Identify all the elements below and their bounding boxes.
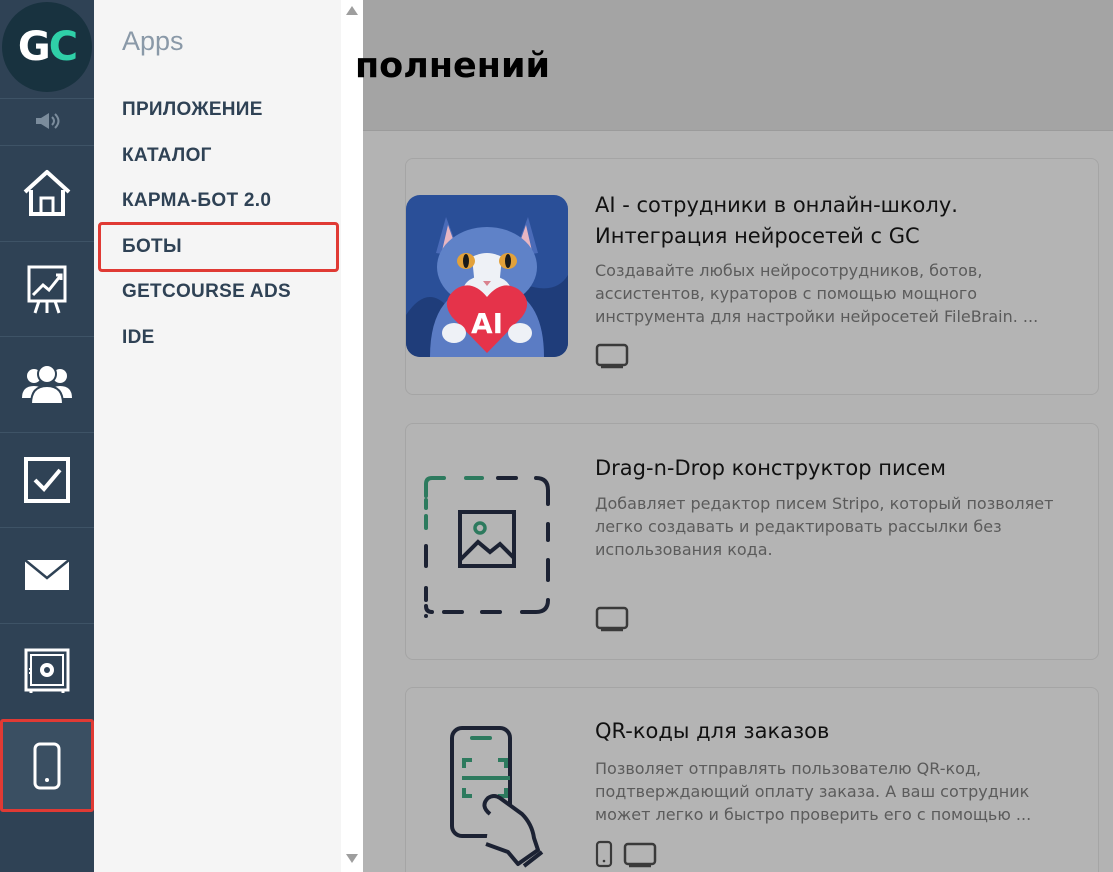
app-card[interactable]: AI AI - сотрудники в онлайн-школу. Интег… — [405, 158, 1099, 395]
card-platform-icons — [595, 840, 657, 868]
app-card[interactable]: Drag-n-Drop конструктор писем Добавляет … — [405, 423, 1099, 660]
safe-gear-icon — [24, 648, 70, 693]
getcourse-logo[interactable]: GC — [2, 2, 92, 92]
sidebar-item-settings[interactable] — [0, 623, 94, 718]
apps-dropdown-panel: Apps ПРИЛОЖЕНИЕ КАТАЛОГ КАРМА-БОТ 2.0 БО… — [94, 0, 341, 872]
sidebar-item-home[interactable] — [0, 145, 94, 240]
users-icon — [22, 364, 72, 405]
card-description: Создавайте любых нейросотрудников, ботов… — [595, 261, 1039, 326]
main-header: полнений — [355, 0, 1113, 131]
bots-highlight-frame — [98, 222, 339, 272]
sidebar-item-mail[interactable] — [0, 527, 94, 622]
scroll-up-arrow-icon[interactable] — [346, 6, 358, 15]
page-title: полнений — [355, 46, 551, 86]
card-platform-icons — [595, 343, 629, 369]
envelope-icon — [24, 559, 70, 590]
qr-phone-hand-icon — [406, 718, 568, 872]
mobile-icon — [33, 742, 61, 790]
ai-cat-image: AI — [406, 195, 568, 357]
card-description: Добавляет редактор писем Stripo, который… — [595, 494, 1054, 559]
card-title[interactable]: AI - сотрудники в онлайн-школу. Интеграц… — [595, 190, 1075, 252]
card-title[interactable]: Drag-n-Drop конструктор писем — [595, 453, 1075, 484]
menu-item-ide[interactable]: IDE — [122, 327, 155, 349]
sidebar-item-tasks[interactable] — [0, 432, 94, 527]
home-icon — [23, 170, 71, 216]
sidebar: GC — [0, 0, 94, 872]
scroll-down-arrow-icon[interactable] — [346, 854, 358, 863]
desktop-icon — [623, 842, 657, 868]
app-card[interactable]: QR-коды для заказов Позволяет отправлять… — [405, 687, 1099, 872]
panel-scrollbar[interactable] — [341, 0, 363, 872]
logo-text: GC — [17, 24, 78, 70]
card-description: Позволяет отправлять пользователю QR-код… — [595, 759, 1032, 824]
sidebar-item-users[interactable] — [0, 336, 94, 431]
desktop-icon — [595, 606, 629, 632]
card-title[interactable]: QR-коды для заказов — [595, 716, 1075, 747]
menu-item-application[interactable]: ПРИЛОЖЕНИЕ — [122, 99, 263, 121]
chart-board-icon — [27, 265, 67, 314]
menu-item-karma-bot[interactable]: КАРМА-БОТ 2.0 — [122, 190, 271, 212]
sidebar-item-apps[interactable] — [0, 719, 94, 812]
sidebar-item-analytics[interactable] — [0, 241, 94, 336]
drag-drop-image-icon — [406, 460, 568, 622]
card-platform-icons — [595, 606, 629, 632]
panel-title: Apps — [122, 26, 184, 56]
announcements-speaker-icon[interactable] — [0, 98, 94, 142]
menu-item-catalog[interactable]: КАТАЛОГ — [122, 145, 212, 167]
mobile-platform-icon — [595, 840, 613, 868]
menu-item-getcourse-ads[interactable]: GETCOURSE ADS — [122, 281, 291, 303]
svg-text:AI: AI — [471, 307, 503, 340]
checkbox-icon — [24, 457, 70, 503]
desktop-icon — [595, 343, 629, 369]
main-content: полнений AI AI - сотрудники в онлайн-шко… — [355, 0, 1113, 872]
